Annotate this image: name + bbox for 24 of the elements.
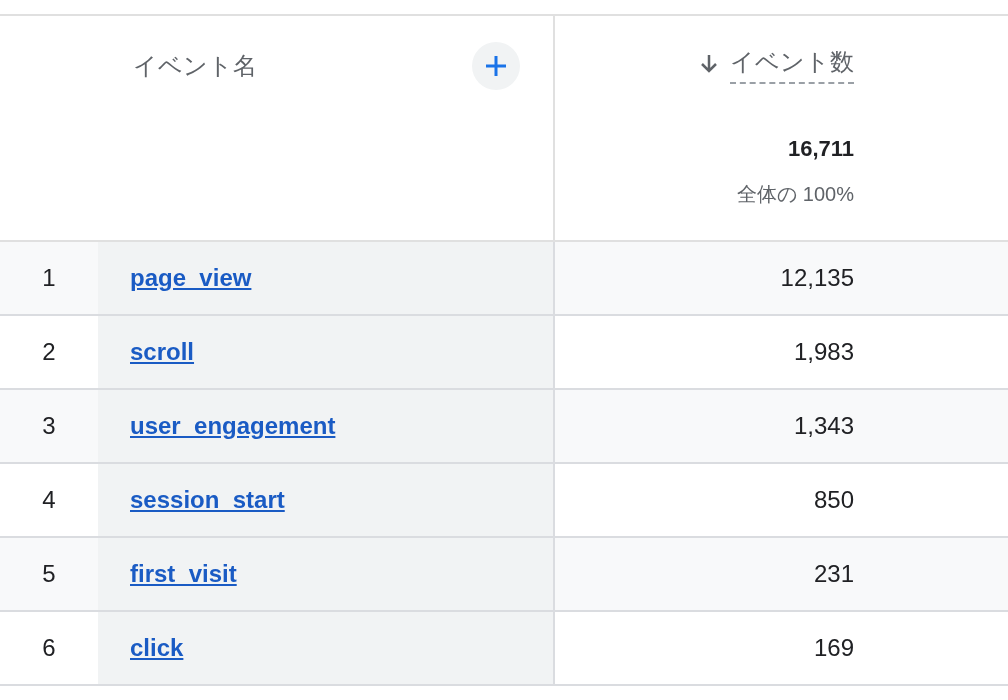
event-count: 169 (813, 633, 854, 663)
row-number: 5 (42, 559, 56, 589)
down-arrow-icon (700, 54, 718, 74)
column-header: イベント名 (133, 51, 257, 81)
event-count: 850 (813, 485, 854, 515)
row-number: 3 (42, 411, 56, 441)
event-name-link[interactable]: first_visit (130, 556, 237, 592)
event-name-link[interactable]: session_start (130, 482, 285, 518)
add-button[interactable] (472, 42, 520, 90)
event-count: 12,135 (780, 263, 854, 293)
row-number: 6 (42, 633, 56, 663)
event-count: 1,983 (793, 337, 854, 367)
row-number: 2 (42, 337, 56, 367)
plus-icon (485, 55, 507, 77)
event-name-link[interactable]: scroll (130, 334, 195, 370)
total-value: 16,711 (787, 135, 854, 163)
row-number: 4 (42, 485, 56, 515)
total-share: 全体の 100% (737, 182, 854, 207)
column-header[interactable]: イベント数 (730, 44, 854, 84)
event-name-link[interactable]: click (130, 630, 184, 666)
event-count: 231 (813, 559, 854, 589)
row-number: 1 (42, 263, 56, 293)
event-count: 1,343 (793, 411, 854, 441)
event-name-link[interactable]: page_view (130, 260, 252, 296)
